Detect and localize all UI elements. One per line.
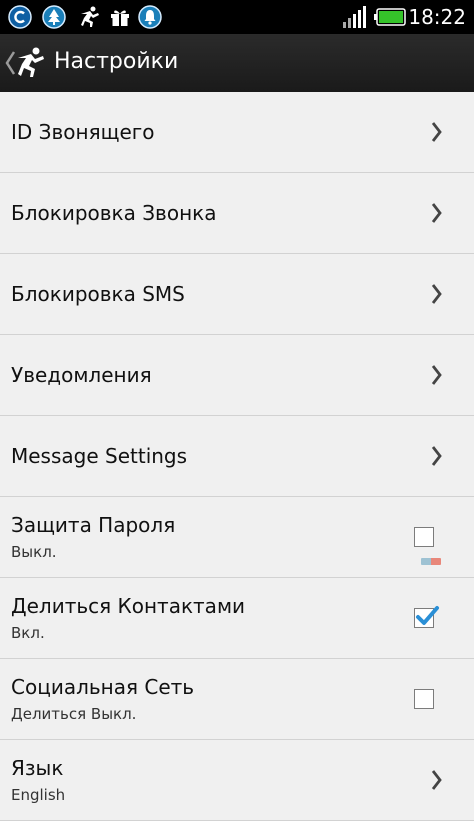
setting-title: Message Settings: [11, 444, 188, 468]
chevron-right-icon: [431, 284, 442, 304]
setting-title: Блокировка SMS: [11, 282, 185, 306]
setting-message-settings[interactable]: Message Settings: [0, 416, 474, 497]
setting-share-contacts[interactable]: Делиться Контактами Вкл.: [0, 578, 474, 659]
setting-summary: English: [11, 786, 66, 804]
battery-icon: [374, 8, 406, 26]
setting-title: Блокировка Звонка: [11, 201, 217, 225]
chevron-right-icon: [431, 122, 442, 142]
status-bar: 18:22: [0, 0, 474, 34]
setting-title: Социальная Сеть: [11, 675, 195, 699]
c-app-icon: [8, 5, 32, 29]
runner-icon: [81, 6, 99, 27]
chevron-right-icon: [431, 365, 442, 385]
setting-language[interactable]: Язык English: [0, 740, 474, 821]
signal-icon: [343, 6, 366, 28]
setting-title: Защита Пароля: [11, 513, 176, 537]
setting-sms-blocking[interactable]: Блокировка SMS: [0, 254, 474, 335]
settings-list: ID Звонящего Блокировка Звонка Блокировк…: [0, 92, 474, 821]
setting-title: Язык: [11, 756, 64, 780]
setting-summary: Вкл.: [11, 624, 45, 642]
setting-notifications[interactable]: Уведомления: [0, 335, 474, 416]
social-network-checkbox[interactable]: [414, 689, 434, 709]
setting-social-network[interactable]: Социальная Сеть Делиться Выкл.: [0, 659, 474, 740]
action-bar: Настройки: [0, 34, 474, 94]
bell-icon: [138, 5, 162, 29]
checkmark-icon: [416, 606, 439, 625]
setting-title: ID Звонящего: [11, 120, 155, 144]
setting-call-blocking[interactable]: Блокировка Звонка: [0, 173, 474, 254]
setting-summary: Делиться Выкл.: [11, 705, 137, 723]
page-title: Настройки: [54, 49, 179, 74]
chevron-right-icon: [431, 203, 442, 223]
runner-icon[interactable]: [14, 45, 48, 79]
setting-password-protection[interactable]: Защита Пароля Выкл.: [0, 497, 474, 578]
setting-title: Уведомления: [11, 363, 152, 387]
password-checkbox[interactable]: [414, 527, 434, 547]
toggle-indicator-icon: [421, 558, 441, 565]
share-contacts-checkbox[interactable]: [414, 606, 439, 628]
chevron-right-icon: [431, 446, 442, 466]
setting-title: Делиться Контактами: [11, 594, 246, 618]
setting-caller-id[interactable]: ID Звонящего: [0, 92, 474, 173]
chevron-right-icon: [431, 770, 442, 790]
status-time: 18:22: [408, 5, 466, 29]
setting-summary: Выкл.: [11, 543, 57, 561]
gift-icon: [111, 10, 129, 26]
tree-icon: [42, 5, 66, 29]
